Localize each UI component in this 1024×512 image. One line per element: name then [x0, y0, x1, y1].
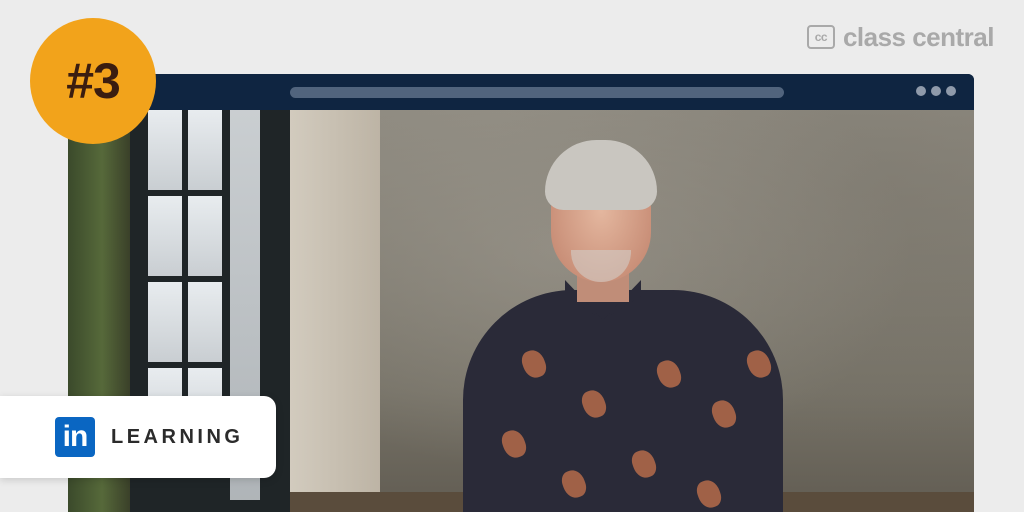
- provider-name: LEARNING: [111, 425, 244, 448]
- rank-badge: #3: [30, 18, 156, 144]
- browser-titlebar: [68, 74, 974, 110]
- class-central-logo-icon: cc: [806, 25, 835, 49]
- instructor-shirt: [463, 290, 783, 512]
- instructor: [453, 140, 793, 512]
- dot: [946, 86, 956, 96]
- address-bar[interactable]: [290, 87, 784, 98]
- background-wall-light: [290, 110, 380, 512]
- dot: [931, 86, 941, 96]
- brand-name: class central: [842, 21, 995, 52]
- instructor-hair: [545, 140, 657, 210]
- linkedin-learning-logo-icon: in LEARNING: [0, 396, 276, 478]
- dot: [916, 86, 926, 96]
- linkedin-in-mark: in: [55, 417, 95, 457]
- class-central-logo: cc class central: [806, 21, 995, 52]
- more-options-icon[interactable]: [916, 86, 956, 96]
